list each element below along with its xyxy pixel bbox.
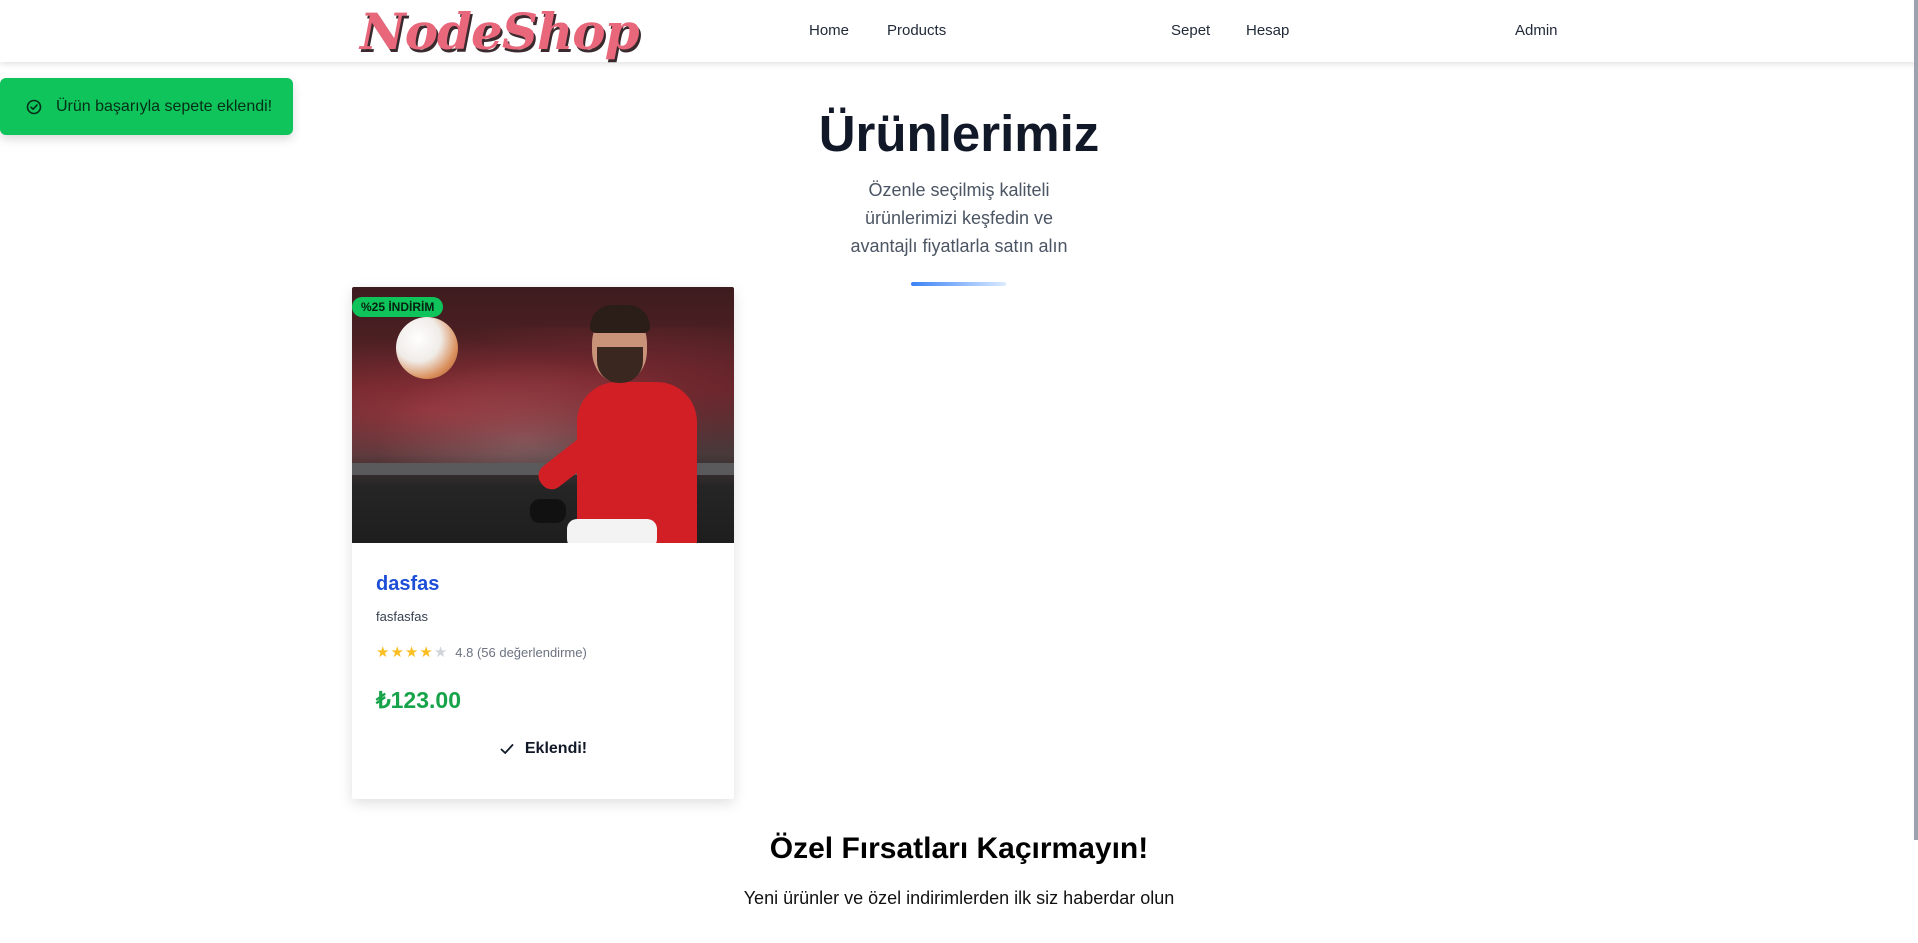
- navbar: NodeShop Home Products Sepet Hesap Admin: [0, 0, 1918, 62]
- star-icon: ★: [404, 644, 419, 661]
- nav-link-home[interactable]: Home: [809, 22, 849, 39]
- image-football: [396, 317, 458, 379]
- star-empty-icon: ★: [433, 644, 448, 661]
- promo-title: Özel Fırsatları Kaçırmayın!: [769, 832, 1149, 865]
- title-divider: [911, 282, 1006, 286]
- image-player-glove: [530, 499, 566, 523]
- star-icon: ★: [376, 644, 390, 661]
- nav-link-admin[interactable]: Admin: [1515, 22, 1558, 39]
- promo-subtitle: Yeni ürünler ve özel indirimlerden ilk s…: [743, 888, 1175, 908]
- nav-link-sepet[interactable]: Sepet: [1171, 22, 1210, 39]
- image-player-hair: [590, 305, 650, 333]
- rating-text: 4.8 (56 değerlendirme): [455, 644, 587, 660]
- product-price: ₺123.00: [376, 687, 461, 713]
- nav-link-hesap[interactable]: Hesap: [1246, 22, 1289, 39]
- product-card[interactable]: %25 İNDİRİM dasfas fasfasfas ★ ★ ★ ★ ★ 4…: [352, 287, 734, 799]
- product-name[interactable]: dasfas: [376, 573, 710, 596]
- star-icon: ★: [419, 644, 433, 661]
- product-rating: ★ ★ ★ ★ ★ 4.8 (56 değerlendirme): [376, 643, 710, 661]
- nodeshop-logo[interactable]: NodeShop: [360, 2, 640, 61]
- product-card-body: dasfas fasfasfas ★ ★ ★ ★ ★ 4.8 (56 değer…: [352, 543, 734, 758]
- page-subtitle: Özenle seçilmiş kaliteli ürünlerimizi ke…: [850, 180, 1068, 256]
- product-image[interactable]: %25 İNDİRİM: [352, 287, 734, 543]
- added-to-cart-button[interactable]: Eklendi!: [376, 740, 710, 758]
- page-title: Ürünlerimiz: [818, 105, 1100, 162]
- nav-link-products[interactable]: Products: [887, 22, 946, 39]
- check-icon: [500, 744, 514, 754]
- product-description: fasfasfas: [376, 609, 429, 624]
- discount-badge: %25 İNDİRİM: [352, 297, 444, 317]
- added-button-label: Eklendi!: [524, 740, 588, 757]
- image-player-shorts: [567, 519, 657, 543]
- star-icon: ★: [390, 644, 404, 661]
